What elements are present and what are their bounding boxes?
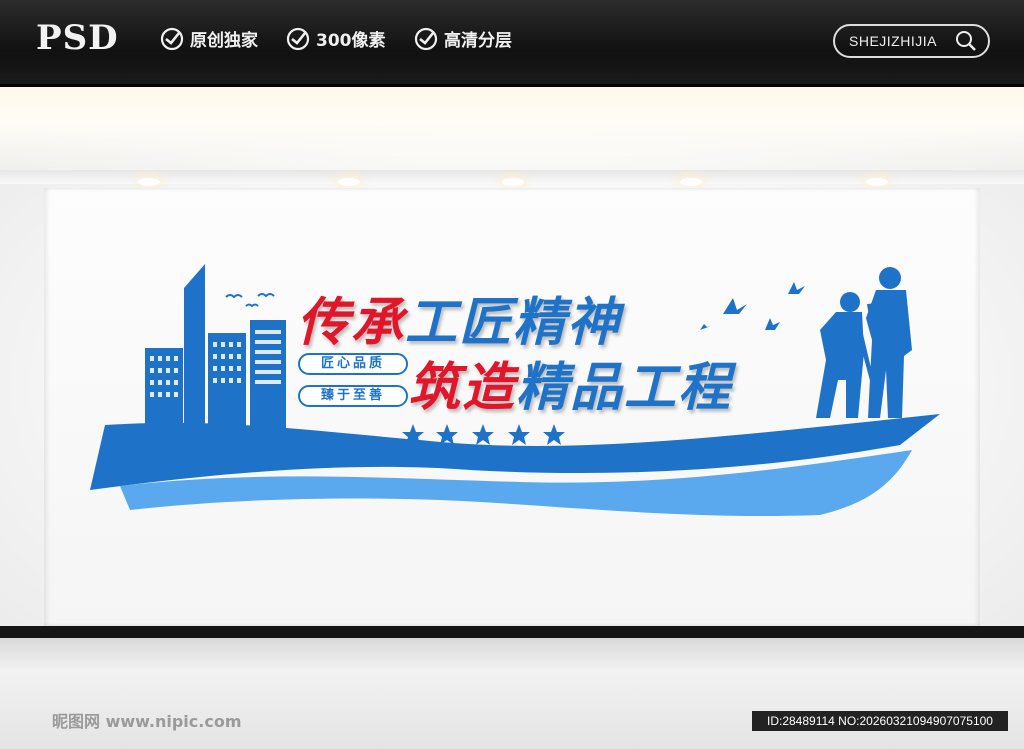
headline-line-1: 传承工匠精神: [297, 280, 621, 355]
tag-quality: 匠心品质: [298, 353, 408, 375]
birds-right-graphic: [700, 282, 805, 330]
tag-excellence: 臻于至善: [298, 385, 408, 407]
baseboard: [0, 626, 1024, 638]
workers-silhouette-graphic: [816, 267, 912, 418]
headline-2-blue: 精品工程: [516, 358, 733, 418]
image-id-label: ID:28489114 NO:20260321094907075100: [752, 711, 1008, 731]
headline-line-2: 筑造精品工程: [408, 345, 732, 420]
birds-left-graphic: [225, 293, 275, 308]
headline-1-red: 传承: [297, 293, 406, 353]
floor: [0, 638, 1024, 749]
headline-2-red: 筑造: [408, 358, 517, 418]
headline-1-blue: 工匠精神: [405, 293, 622, 353]
site-watermark: 昵图网 www.nipic.com: [52, 712, 242, 731]
